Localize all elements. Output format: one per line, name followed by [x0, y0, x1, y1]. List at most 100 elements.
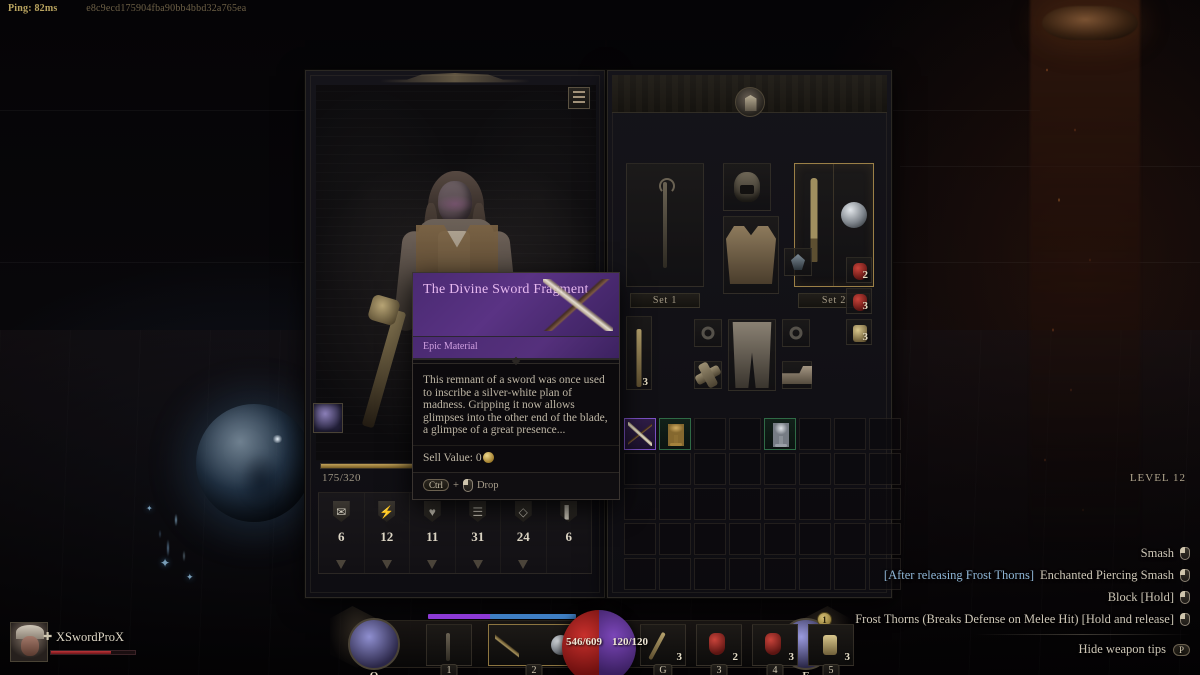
inventory-cell-empty[interactable] [694, 453, 726, 485]
hamburger-menu-icon[interactable] [568, 87, 590, 109]
inventory-cell-empty[interactable] [799, 488, 831, 520]
pants-slot[interactable] [728, 319, 776, 391]
gold-chalice-icon [668, 424, 684, 446]
gloves-icon [694, 364, 722, 386]
weapon-set1-slot[interactable] [626, 163, 704, 287]
inventory-cell-empty[interactable] [764, 453, 796, 485]
inventory-cell-empty[interactable] [834, 488, 866, 520]
vitality-icon: ♥ [423, 501, 441, 522]
intelligence-icon: ☰ [469, 501, 487, 522]
ring-left-slot[interactable] [694, 319, 722, 347]
bag-crest-icon [734, 87, 765, 117]
level-label: LEVEL 12 [1129, 472, 1186, 484]
weapon-tip-row: Smash [820, 546, 1190, 561]
hotbar-slot-3[interactable]: 32 [696, 624, 742, 675]
inventory-cell-empty[interactable] [694, 558, 726, 590]
inventory-item-the-divine-sword-fragment[interactable] [624, 418, 656, 450]
inventory-cell-empty[interactable] [869, 453, 901, 485]
ctrl-keycap: Ctrl [423, 479, 450, 492]
inventory-cell-empty[interactable] [764, 488, 796, 520]
action-bar: Q E 1 12G3324353 546/609 120/120 [330, 602, 854, 675]
tooltip-divider [413, 359, 619, 364]
amulet-slot[interactable] [784, 248, 812, 276]
inventory-item-gold-chalice[interactable] [659, 418, 691, 450]
weapon-tip-condition: [After releasing Frost Thorns] [883, 568, 1034, 582]
buff-duration-bar [428, 614, 496, 619]
inventory-cell-empty[interactable] [729, 488, 761, 520]
inventory-cell-empty[interactable] [729, 558, 761, 590]
item-tooltip: The Divine Sword Fragment Epic Material … [412, 272, 620, 500]
attribute-intelligence[interactable]: ☰ 31 [456, 493, 501, 573]
inventory-cell-empty[interactable] [659, 523, 691, 555]
attribute-strength[interactable]: ✉ 6 [319, 493, 365, 573]
inventory-cell-empty[interactable] [624, 488, 656, 520]
skill-orb-left[interactable]: Q [348, 618, 400, 675]
inventory-cell-empty[interactable] [834, 418, 866, 450]
inventory-cell-empty[interactable] [869, 418, 901, 450]
attribute-endurance[interactable]: ▌ 6 [547, 493, 592, 573]
frost-bolt-effect [150, 490, 208, 580]
chest-armor-icon [726, 226, 776, 284]
inventory-cell-empty[interactable] [694, 418, 726, 450]
chest-slot[interactable] [723, 216, 779, 294]
quick-weapon-slot[interactable]: 3 [626, 316, 652, 390]
inventory-cell-empty[interactable] [659, 453, 691, 485]
right-mouse-button-icon [1180, 591, 1190, 604]
hotbar-key: G [653, 664, 673, 675]
inventory-cell-empty[interactable] [834, 453, 866, 485]
inventory-cell-empty[interactable] [729, 418, 761, 450]
inventory-cell-empty[interactable] [729, 453, 761, 485]
sword-icon [495, 633, 519, 659]
weapon-tip-row: [After releasing Frost Thorns] Enchanted… [820, 568, 1190, 583]
player-health-fill [51, 651, 112, 654]
ring-right-slot[interactable] [782, 319, 810, 347]
inventory-cell-empty[interactable] [869, 488, 901, 520]
attribute-value: 12 [380, 529, 394, 544]
gloves-slot[interactable] [694, 361, 722, 389]
utility-potion[interactable]: 3 [846, 319, 872, 345]
inventory-cell-empty[interactable] [799, 418, 831, 450]
inventory-cell-empty[interactable] [764, 558, 796, 590]
experience-label: 175/320 [322, 472, 361, 484]
active-buff-icon[interactable] [313, 403, 343, 433]
inventory-cell-empty[interactable] [624, 523, 656, 555]
hotbar-slot-1[interactable]: 1 [426, 624, 472, 675]
frost-orb-highlight [272, 435, 283, 443]
player-health-bar [50, 650, 136, 655]
sell-value-amount: 0 [475, 451, 482, 464]
stack-count: 3 [862, 300, 869, 312]
health-potion[interactable]: 2 [846, 257, 872, 283]
inventory-cell-empty[interactable] [694, 523, 726, 555]
inventory-cell-empty[interactable] [799, 453, 831, 485]
attribute-vitality[interactable]: ♥ 11 [410, 493, 456, 573]
tower-cap [1042, 6, 1138, 40]
weapon-tip-label: Enchanted Piercing Smash [1040, 568, 1174, 582]
hotbar-key: 5 [822, 664, 840, 675]
weapon-set1-label[interactable]: Set 1 [630, 293, 700, 308]
endurance-icon: ▌ [560, 501, 578, 522]
inventory-cell-empty[interactable] [659, 558, 691, 590]
debug-topbar: Ping: 82ms e8c9ecd175904fba90bb4bbd32a76… [8, 3, 246, 14]
inventory-item-silver-chalice[interactable] [764, 418, 796, 450]
boots-slot[interactable] [782, 361, 812, 389]
p-keycap: P [1172, 643, 1190, 656]
inventory-cell-empty[interactable] [624, 453, 656, 485]
inventory-cell-empty[interactable] [729, 523, 761, 555]
inventory-cell-empty[interactable] [764, 523, 796, 555]
weapon-tip-row: Frost Thorns (Breaks Defense on Melee Hi… [820, 612, 1190, 627]
drop-action-label: Drop [476, 479, 499, 491]
inventory-cell-empty[interactable] [624, 558, 656, 590]
panel-ornament [380, 73, 530, 83]
attribute-agility[interactable]: ⚡ 12 [365, 493, 410, 573]
inventory-cell-empty[interactable] [659, 488, 691, 520]
sword-icon [636, 329, 642, 387]
health-potion[interactable]: 3 [846, 288, 872, 314]
session-id-label: e8c9ecd175904fba90bb4bbd32a765ea [86, 3, 247, 14]
hotbar-slot-4[interactable]: 43 [752, 624, 798, 675]
inventory-cell-empty[interactable] [694, 488, 726, 520]
frost-sparkle-icon: ✦ [160, 556, 171, 570]
hide-weapon-tips-row[interactable]: Hide weapon tips P [820, 642, 1190, 657]
helmet-slot[interactable] [723, 163, 771, 211]
attribute-arrow-icon [336, 560, 347, 569]
attribute-willpower[interactable]: ◇ 24 [501, 493, 547, 573]
